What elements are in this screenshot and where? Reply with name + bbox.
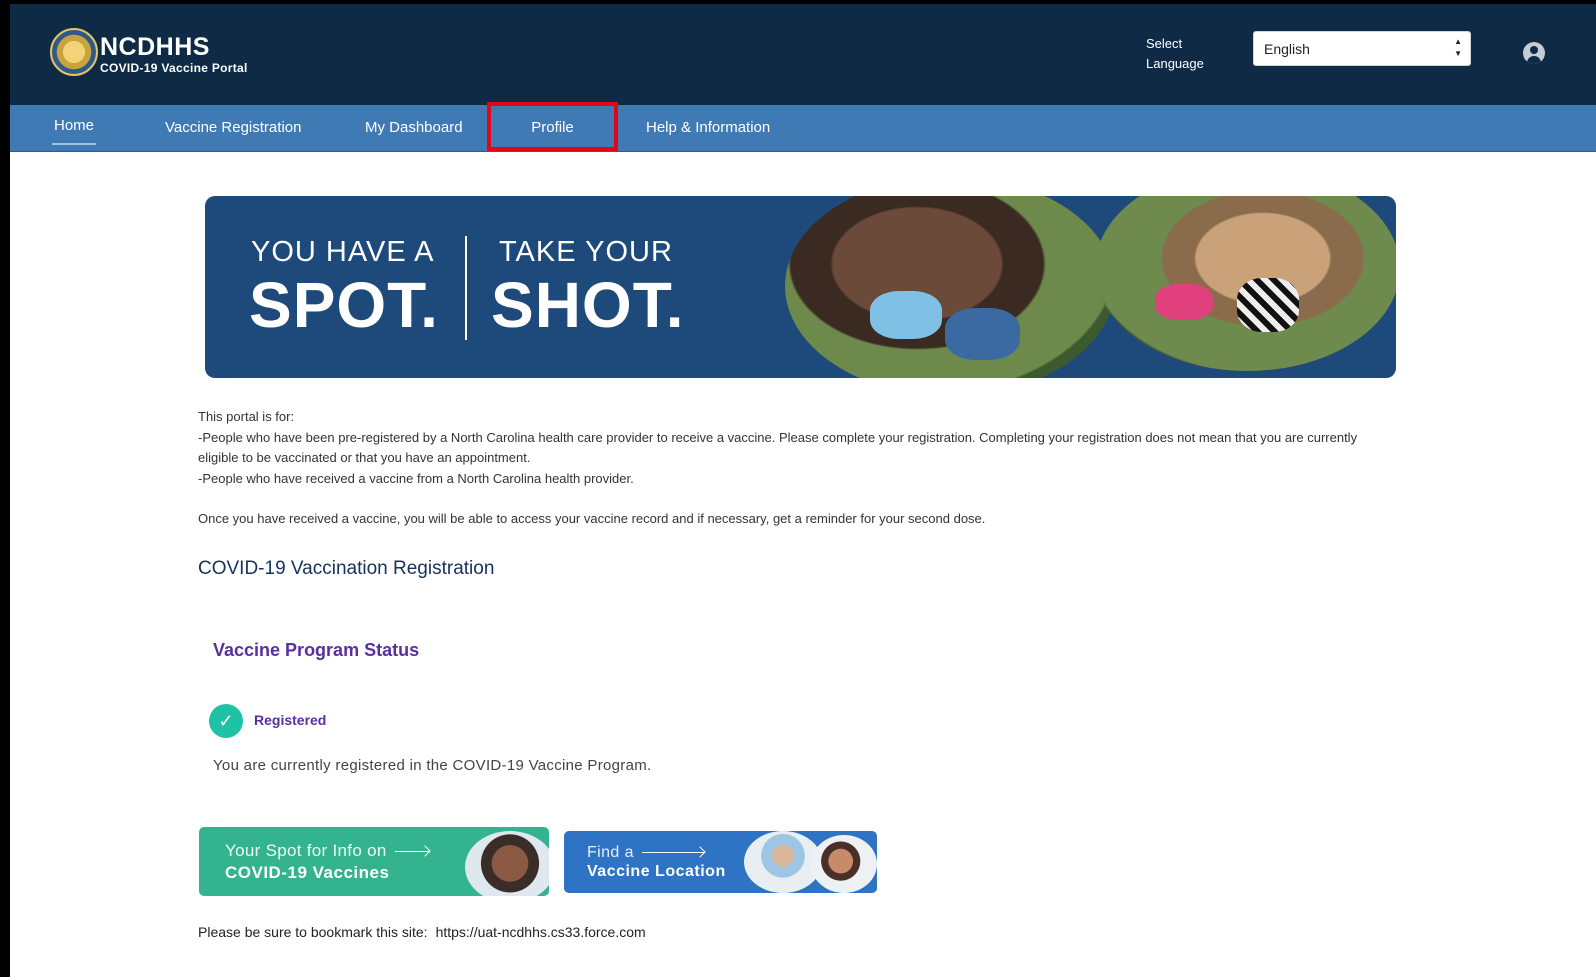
language-label-line2: Language (1146, 56, 1204, 71)
header-bar: NCDHHS COVID-19 Vaccine Portal Select La… (10, 4, 1596, 105)
nav-my-dashboard[interactable]: My Dashboard (365, 105, 463, 152)
language-select[interactable]: English ▲ ▼ (1253, 31, 1471, 66)
banner-right-line2: SHOT. (491, 269, 685, 341)
bookmark-note: Please be sure to bookmark this site: htt… (198, 924, 646, 940)
brand-title[interactable]: NCDHHS (100, 33, 210, 62)
location-button-line2: Vaccine Location (587, 863, 726, 880)
banner-left-line1: YOU HAVE A (251, 236, 435, 268)
arrow-right-icon (641, 852, 704, 854)
location-button-line1: Find a (587, 844, 704, 862)
intro-line: This portal is for: (198, 409, 295, 424)
select-arrows-icon: ▲ ▼ (1454, 37, 1462, 58)
intro-line: -People who have been pre-registered by … (198, 429, 1358, 466)
banner-divider (465, 236, 467, 340)
nav-profile[interactable]: Profile (487, 102, 618, 151)
nav-vaccine-registration[interactable]: Vaccine Registration (165, 105, 301, 152)
covid-info-button[interactable]: Your Spot for Info on COVID-19 Vaccines (199, 827, 549, 896)
hero-banner: YOU HAVE A SPOT. TAKE YOUR SHOT. (205, 196, 1396, 378)
bookmark-url[interactable]: https://uat-ncdhhs.cs33.force.com (436, 924, 646, 940)
user-avatar-icon[interactable] (1523, 42, 1545, 64)
language-label-line1: Select (1146, 36, 1183, 51)
nav-help-information[interactable]: Help & Information (646, 105, 770, 152)
arrow-right-icon (394, 851, 429, 853)
portal-intro: This portal is for: -People who have bee… (198, 407, 1378, 530)
info-button-line1: Your Spot for Info on (225, 841, 429, 861)
vaccine-location-button[interactable]: Find a Vaccine Location (564, 831, 877, 893)
banner-left-line2: SPOT. (249, 269, 439, 341)
main-nav: Home Vaccine Registration My Dashboard P… (10, 102, 1596, 152)
intro-line: Once you have received a vaccine, you wi… (198, 511, 986, 526)
checkmark-icon: ✓ (209, 704, 243, 738)
bookmark-text: Please be sure to bookmark this site: (198, 924, 428, 940)
nc-seal-icon[interactable] (50, 28, 98, 76)
language-label: Select Language (1146, 34, 1204, 74)
info-button-line2: COVID-19 Vaccines (225, 863, 390, 882)
banner-right-line1: TAKE YOUR (499, 236, 673, 268)
section-title: COVID-19 Vaccination Registration (198, 558, 495, 579)
mask-graphic (870, 291, 942, 339)
brand-subtitle: COVID-19 Vaccine Portal (100, 61, 248, 75)
mask-graphic (945, 308, 1020, 360)
status-description: You are currently registered in the COVI… (213, 757, 652, 774)
mask-graphic (1237, 278, 1299, 332)
language-selected-value: English (1264, 41, 1310, 57)
info-button-photo (465, 831, 549, 896)
status-title: Vaccine Program Status (213, 640, 420, 660)
mask-graphic (1155, 284, 1213, 320)
location-button-photo (811, 835, 877, 893)
intro-line: -People who have received a vaccine from… (198, 470, 634, 486)
nav-home[interactable]: Home (52, 105, 97, 145)
status-badge: Registered (254, 712, 327, 728)
